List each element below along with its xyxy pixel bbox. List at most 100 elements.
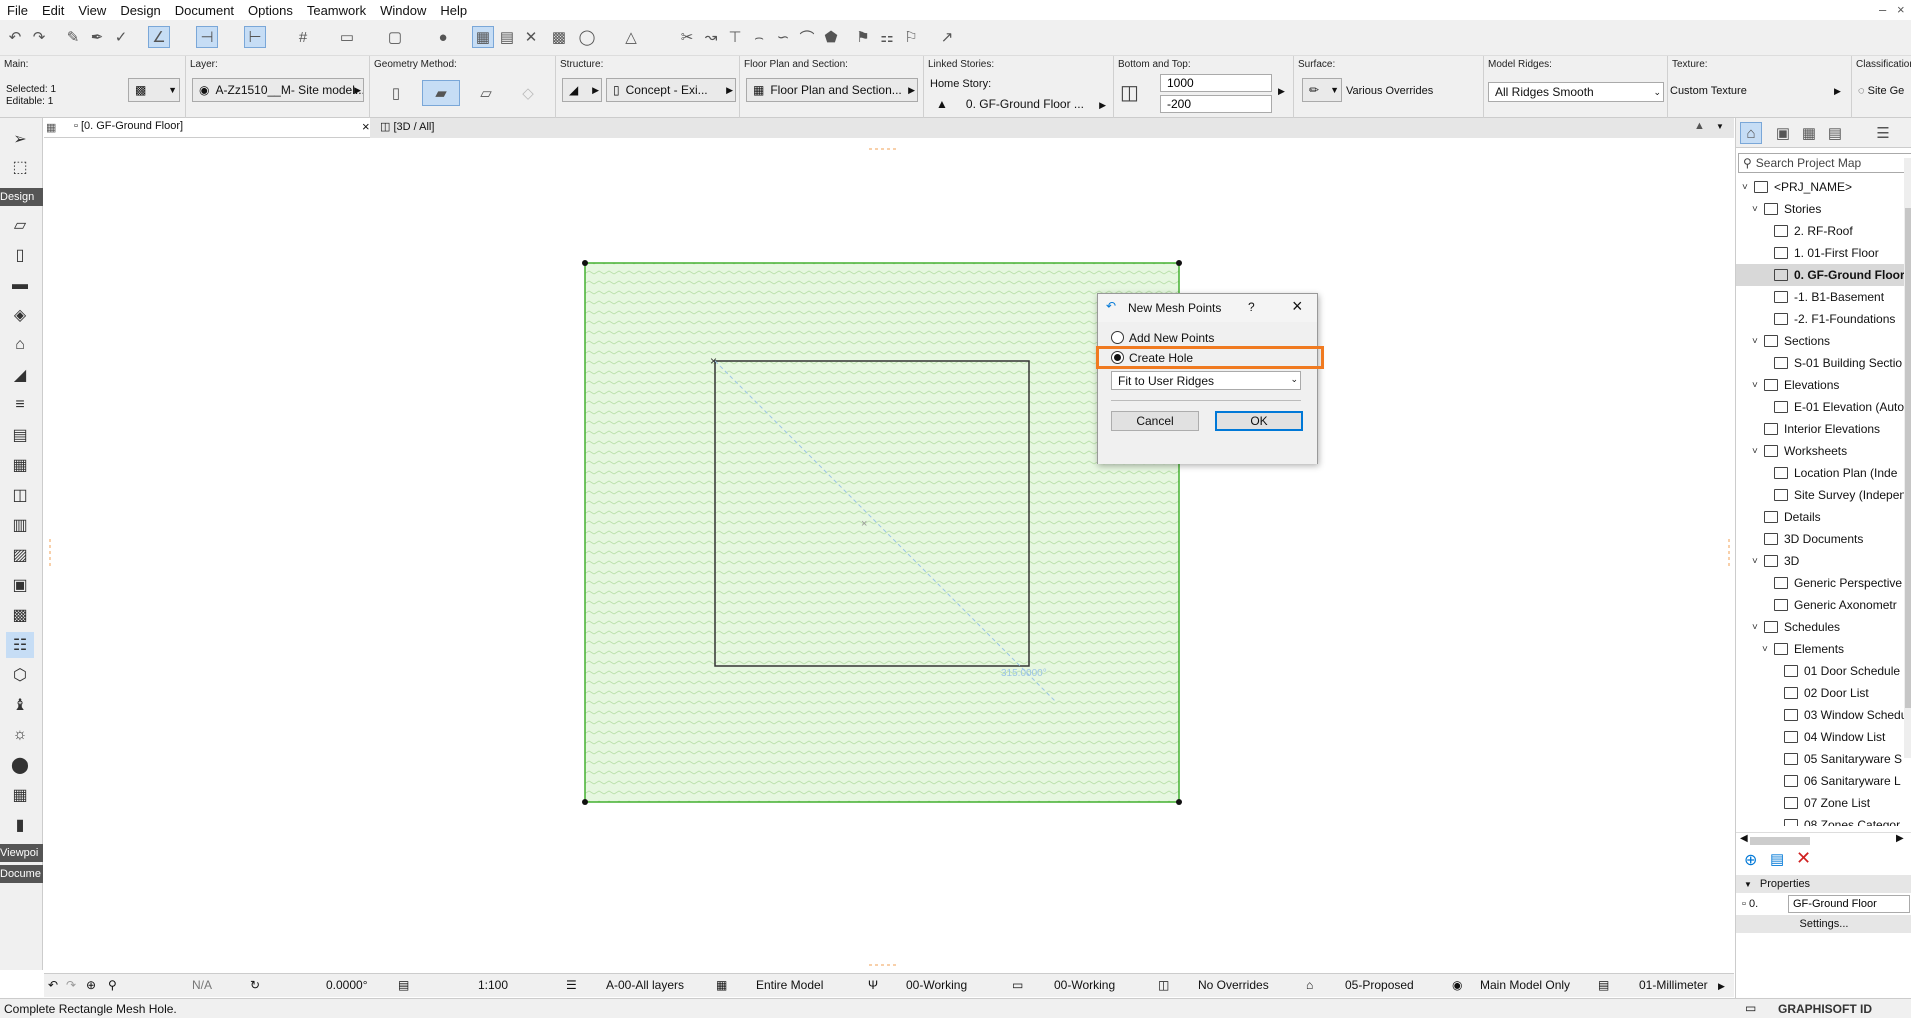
dimension-icon[interactable]: ▦ — [472, 26, 494, 48]
snap-guide-icon[interactable]: ⊣ — [196, 26, 218, 48]
stair-tool-icon[interactable]: ≡ — [6, 392, 34, 418]
morph-tool-icon[interactable]: ⬡ — [6, 662, 34, 688]
structure-display-value[interactable]: Entire Model — [756, 978, 823, 992]
zoom-in-icon[interactable]: ⊕ — [86, 978, 96, 992]
project-map-item[interactable]: Location Plan (Inde — [1736, 462, 1906, 484]
cancel-button[interactable]: Cancel — [1111, 411, 1199, 431]
properties-header[interactable]: ▼ Properties — [1736, 875, 1911, 893]
project-map-item[interactable]: 01 Door Schedule — [1736, 660, 1906, 682]
mesh-node[interactable] — [582, 260, 588, 266]
chevron-down-icon[interactable]: ˅ — [1762, 644, 1774, 655]
grid-view-icon[interactable]: ▦ — [46, 121, 56, 134]
roof-tool-icon[interactable]: ⌂ — [6, 332, 34, 358]
chevron-down-icon[interactable]: ˅ — [1752, 446, 1764, 457]
trace-icon[interactable]: ▭ — [336, 26, 358, 48]
skylight-tool-icon[interactable]: ▨ — [6, 542, 34, 568]
surface-selector[interactable]: ✏ ▼ — [1302, 78, 1342, 102]
project-map-item[interactable]: Details — [1736, 506, 1906, 528]
vertical-scrollbar[interactable] — [1904, 158, 1911, 758]
view-options-icon[interactable]: ▲ — [1694, 120, 1705, 132]
redo-zoom-icon[interactable]: ↷ — [66, 978, 76, 992]
lamp-tool-icon[interactable]: ☼ — [6, 722, 34, 748]
bottom-elevation-input[interactable] — [1160, 95, 1272, 113]
overrides-icon[interactable]: ◫ — [1158, 978, 1169, 992]
object-tool-icon[interactable]: ▣ — [6, 572, 34, 598]
project-map-item[interactable]: 06 Sanitaryware L — [1736, 770, 1906, 792]
scale-value[interactable]: 1:100 — [478, 978, 508, 992]
menu-help[interactable]: Help — [433, 3, 474, 18]
chevron-down-icon[interactable]: ˅ — [1752, 204, 1764, 215]
model-view-icon[interactable]: ▭ — [1012, 978, 1023, 992]
project-map-item[interactable]: 1. 01-First Floor — [1736, 242, 1906, 264]
menu-design[interactable]: Design — [113, 3, 167, 18]
structure-type-selector[interactable]: ◢ ▶ — [562, 78, 602, 102]
view-map-icon[interactable]: ▣ — [1772, 122, 1794, 144]
project-map-item[interactable]: ˅ Elements — [1736, 638, 1906, 660]
flag-table-icon[interactable]: ⚏ — [876, 26, 898, 48]
trim-icon[interactable]: ↝ — [700, 26, 722, 48]
tab-3d[interactable]: ◫ [3D / All] — [380, 120, 434, 133]
chevron-down-icon[interactable]: ˅ — [1742, 182, 1754, 193]
horizontal-scrollbar[interactable]: ◀ ▶ — [1736, 832, 1911, 848]
create-hole-label[interactable]: Create Hole — [1129, 351, 1193, 365]
layers-icon[interactable]: ☰ — [566, 978, 577, 992]
arrow-tool-icon[interactable]: ➢ — [6, 126, 34, 152]
project-map-item[interactable]: ˅ Sections — [1736, 330, 1906, 352]
scroll-right-icon[interactable]: ▶ — [1896, 833, 1904, 844]
redo-icon[interactable]: ↷ — [28, 26, 50, 48]
scroll-thumb[interactable] — [1750, 837, 1810, 845]
menu-file[interactable]: File — [0, 3, 35, 18]
curve-icon[interactable]: ⌒ — [796, 26, 818, 48]
menu-teamwork[interactable]: Teamwork — [300, 3, 373, 18]
ok-button[interactable]: OK — [1215, 411, 1303, 431]
column-tool-icon[interactable]: ▯ — [6, 242, 34, 268]
menu-document[interactable]: Document — [168, 3, 241, 18]
polygon-icon[interactable]: ⬟ — [820, 26, 842, 48]
grid-element-tool-icon[interactable]: ▦ — [6, 782, 34, 808]
scale-icon[interactable]: ▤ — [398, 978, 409, 992]
chevron-down-icon[interactable]: ˅ — [1752, 556, 1764, 567]
project-map-item[interactable]: S-01 Building Sectio — [1736, 352, 1906, 374]
project-map-item[interactable]: 0. GF-Ground Floor — [1736, 264, 1906, 286]
share-icon[interactable]: ↗ — [936, 26, 958, 48]
project-map-item[interactable]: 04 Window List — [1736, 726, 1906, 748]
project-map-item[interactable]: 3D Documents — [1736, 528, 1906, 550]
project-map-item[interactable]: Site Survey (Indepen — [1736, 484, 1906, 506]
vertical-scroll-thumb[interactable] — [1905, 208, 1911, 708]
curtain-wall-tool-icon[interactable]: ▦ — [6, 452, 34, 478]
mesh-tool-icon[interactable]: ☷ — [6, 632, 34, 658]
home-story-selector[interactable]: ▲ 0. GF-Ground Floor ... ▶ — [930, 94, 1108, 114]
door-tool-icon[interactable]: ◫ — [6, 482, 34, 508]
model-ridges-dropdown[interactable]: All Ridges Smooth ⌄ — [1488, 82, 1664, 102]
project-map-item[interactable]: ˅ 3D — [1736, 550, 1906, 572]
fit-method-dropdown[interactable]: Fit to User Ridges ⌄ — [1111, 371, 1301, 390]
angle-value[interactable]: 0.0000° — [326, 978, 368, 992]
project-map-item[interactable]: 05 Sanitaryware S — [1736, 748, 1906, 770]
wall-tool-icon[interactable]: ▱ — [6, 212, 34, 238]
structure-composite-selector[interactable]: ▯ Concept - Exi... ▶ — [606, 78, 736, 102]
mesh-element[interactable] — [584, 262, 1180, 803]
design-options-value[interactable]: Main Model Only — [1480, 978, 1570, 992]
project-map-item[interactable]: 03 Window Schedu — [1736, 704, 1906, 726]
floorplan-settings-selector[interactable]: ▦ Floor Plan and Section... ▶ — [746, 78, 918, 102]
offset-icon[interactable]: ∽ — [772, 26, 794, 48]
chevron-down-icon[interactable]: ˅ — [1752, 622, 1764, 633]
help-button[interactable]: ? — [1248, 300, 1255, 314]
settings-button[interactable]: Settings... — [1736, 915, 1911, 933]
overrides-value[interactable]: No Overrides — [1198, 978, 1269, 992]
project-map-item[interactable]: Generic Perspective — [1736, 572, 1906, 594]
texture-value[interactable]: Custom Texture — [1670, 85, 1747, 97]
geometry-flat-button[interactable]: ▯ — [380, 80, 412, 106]
design-palette-label[interactable]: Design — [0, 188, 43, 206]
add-new-points-radio[interactable] — [1111, 331, 1124, 344]
viewpoint-palette-label[interactable]: Viewpoi — [0, 844, 43, 862]
cube-tool-icon[interactable]: ⬤ — [6, 752, 34, 778]
project-map-icon[interactable]: ⌂ — [1740, 122, 1762, 144]
split-icon[interactable]: ⊤ — [724, 26, 746, 48]
lock-icon[interactable]: ● — [432, 26, 454, 48]
zoom-fit-icon[interactable]: ⚲ — [108, 978, 117, 992]
add-view-icon[interactable]: ⊕ — [1744, 850, 1757, 870]
classification-value[interactable]: ◌ Site Ge — [1858, 85, 1904, 97]
undo-icon[interactable]: ↶ — [4, 26, 26, 48]
top-elevation-input[interactable] — [1160, 74, 1272, 92]
